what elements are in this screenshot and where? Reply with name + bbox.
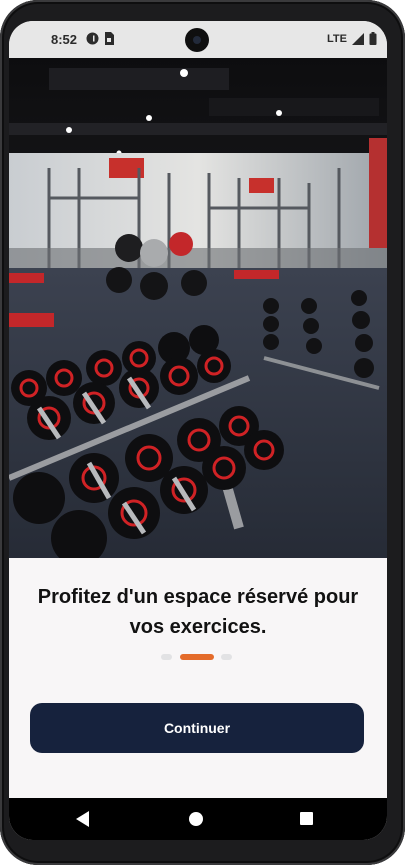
phone-frame: 8:52 LTE Profitez d'un espace réservé po… bbox=[0, 0, 405, 865]
gym-dumbbells-photo bbox=[9, 58, 387, 558]
sim-card-icon bbox=[105, 32, 114, 45]
navigation-bar bbox=[9, 798, 387, 840]
status-time: 8:52 bbox=[51, 32, 78, 47]
continue-button[interactable]: Continuer bbox=[30, 703, 364, 753]
onboarding-title: Profitez d'un espace réservé pour vos ex… bbox=[37, 586, 359, 638]
front-camera bbox=[185, 28, 209, 52]
status-bar: 8:52 LTE bbox=[9, 21, 387, 58]
battery-icon bbox=[369, 32, 377, 45]
page-dot-1[interactable] bbox=[161, 654, 172, 660]
signal-icon bbox=[352, 32, 364, 45]
notification-app-icon bbox=[86, 32, 99, 45]
app-screen: 8:52 LTE Profitez d'un espace réservé po… bbox=[9, 21, 387, 840]
network-type-label: LTE bbox=[327, 32, 347, 45]
home-icon[interactable] bbox=[189, 812, 203, 826]
page-dot-3[interactable] bbox=[221, 654, 232, 660]
back-icon[interactable] bbox=[76, 811, 90, 827]
page-dot-2-active[interactable] bbox=[180, 654, 214, 660]
gym-hero-image bbox=[9, 58, 387, 558]
recents-icon[interactable] bbox=[300, 812, 313, 825]
page-indicator bbox=[161, 654, 235, 660]
